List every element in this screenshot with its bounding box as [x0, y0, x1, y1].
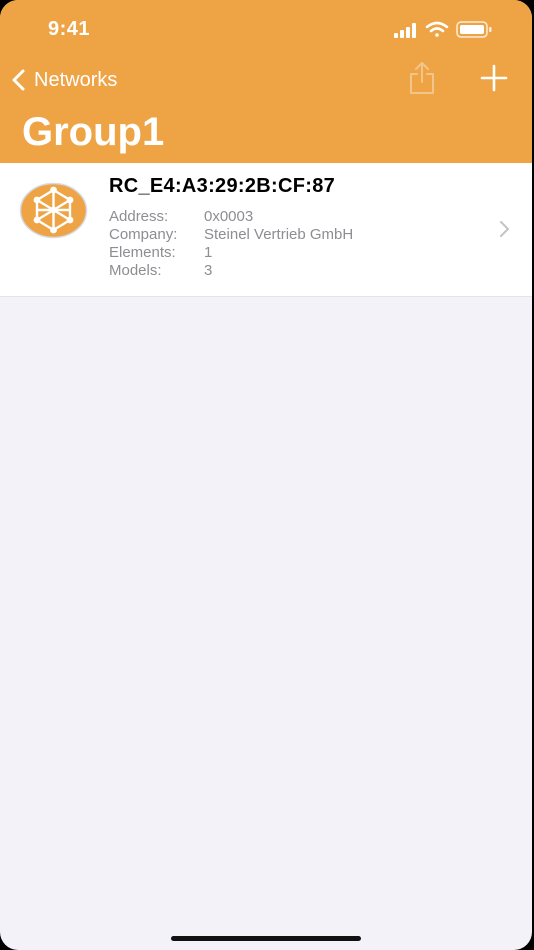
detail-label: Company:	[109, 226, 178, 243]
detail-address: Address: 0x0003	[109, 208, 353, 226]
app-screen: 9:41 Networks Group1 RC_E4:A3:29:2B:CF:8…	[0, 0, 532, 950]
detail-value: 0x0003	[204, 208, 254, 225]
chevron-left-icon	[12, 69, 25, 91]
detail-value: 1	[204, 244, 213, 261]
share-icon[interactable]	[405, 60, 439, 96]
home-indicator	[171, 936, 361, 941]
back-button[interactable]: Networks	[10, 64, 117, 96]
page-title: Group1	[22, 110, 165, 154]
detail-label: Elements:	[109, 244, 176, 261]
cellular-signal-icon	[394, 23, 416, 38]
status-icons	[394, 21, 492, 38]
chevron-right-icon	[500, 221, 509, 237]
node-details: Address: 0x0003 Company: Steinel Vertrie…	[109, 208, 353, 280]
wifi-icon	[425, 21, 449, 37]
detail-label: Address:	[109, 208, 169, 225]
status-time: 9:41	[48, 18, 91, 40]
detail-models: Models: 3	[109, 262, 353, 280]
detail-value: 3	[204, 262, 213, 279]
plus-icon[interactable]	[478, 62, 510, 94]
detail-label: Models:	[109, 262, 162, 279]
node-row[interactable]: RC_E4:A3:29:2B:CF:87 Address: 0x0003 Com…	[0, 163, 532, 297]
navigation-header: 9:41 Networks Group1	[0, 0, 532, 163]
mesh-node-icon	[19, 182, 88, 239]
battery-icon	[456, 21, 492, 38]
detail-company: Company: Steinel Vertrieb GmbH	[109, 226, 353, 244]
back-button-label: Networks	[34, 68, 118, 91]
node-name: RC_E4:A3:29:2B:CF:87	[109, 175, 336, 197]
detail-elements: Elements: 1	[109, 244, 353, 262]
detail-value: Steinel Vertrieb GmbH	[204, 226, 354, 243]
